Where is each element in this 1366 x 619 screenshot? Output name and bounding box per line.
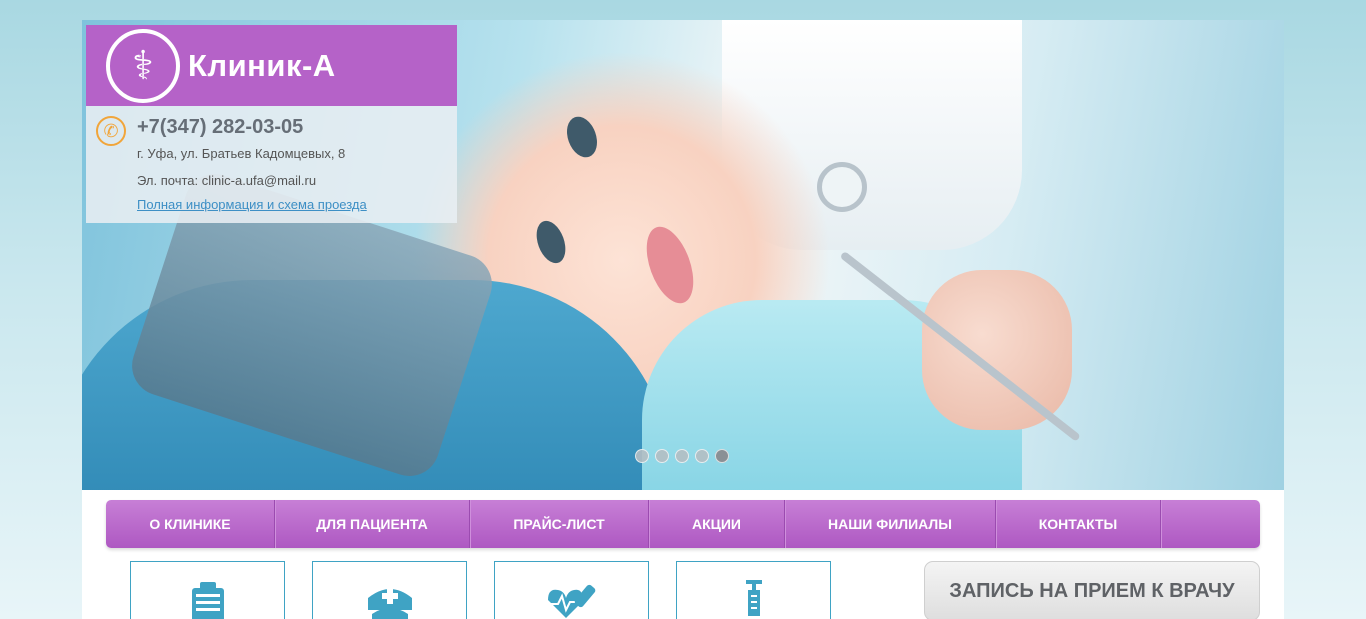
- logo-text: Клиник-А: [188, 47, 336, 83]
- nurse-icon: [367, 588, 412, 619]
- phone-number: +7(347) 282-03-05: [137, 116, 304, 138]
- hero-image-hand: [922, 270, 1072, 430]
- contact-panel: ✆ +7(347) 282-03-05 г. Уфа, ул. Братьев …: [86, 106, 457, 223]
- logo[interactable]: ⚕ Клиник-А: [86, 25, 457, 106]
- clipboard-icon: [191, 582, 224, 619]
- slider-dots: [635, 449, 729, 463]
- phone-icon: ✆: [96, 116, 126, 146]
- appointment-button[interactable]: ЗАПИСЬ НА ПРИЕМ К ВРАЧУ: [924, 561, 1260, 619]
- page-container: ⚕ Клиник-А ✆ +7(347) 282-03-05 г. Уфа, у…: [82, 20, 1284, 619]
- service-tile-records[interactable]: [130, 561, 285, 619]
- slider-dot[interactable]: [695, 449, 709, 463]
- slider-dot[interactable]: [655, 449, 669, 463]
- syringe-icon: [745, 580, 762, 616]
- main-nav: О клинике Для пациента Прайс-лист Акции …: [106, 500, 1260, 548]
- slider-dot-active[interactable]: [715, 449, 729, 463]
- email: Эл. почта: clinic-a.ufa@mail.ru: [137, 173, 317, 188]
- hero-slider: ⚕ Клиник-А ✆ +7(347) 282-03-05 г. Уфа, у…: [82, 20, 1284, 490]
- full-info-link[interactable]: Полная информация и схема проезда: [137, 197, 367, 212]
- slider-dot[interactable]: [635, 449, 649, 463]
- nav-item-for-patient[interactable]: Для пациента: [275, 500, 470, 548]
- nav-item-price-list[interactable]: Прайс-лист: [470, 500, 649, 548]
- service-tile-diagnostics[interactable]: [494, 561, 649, 619]
- service-tile-nursing[interactable]: [312, 561, 467, 619]
- appointment-title: ЗАПИСЬ НА ПРИЕМ К ВРАЧУ: [949, 579, 1235, 602]
- nav-item-about[interactable]: О клинике: [106, 500, 275, 548]
- hero-image-mirror: [817, 162, 867, 212]
- nav-item-promotions[interactable]: Акции: [649, 500, 785, 548]
- heart-cardiogram-icon: [547, 584, 595, 618]
- address: г. Уфа, ул. Братьев Кадомцевых, 8: [137, 146, 346, 161]
- nav-item-branches[interactable]: Наши филиалы: [785, 500, 996, 548]
- service-tile-procedures[interactable]: [676, 561, 831, 619]
- slider-dot[interactable]: [675, 449, 689, 463]
- nav-item-contacts[interactable]: Контакты: [996, 500, 1161, 548]
- caduceus-icon: ⚕: [106, 28, 180, 103]
